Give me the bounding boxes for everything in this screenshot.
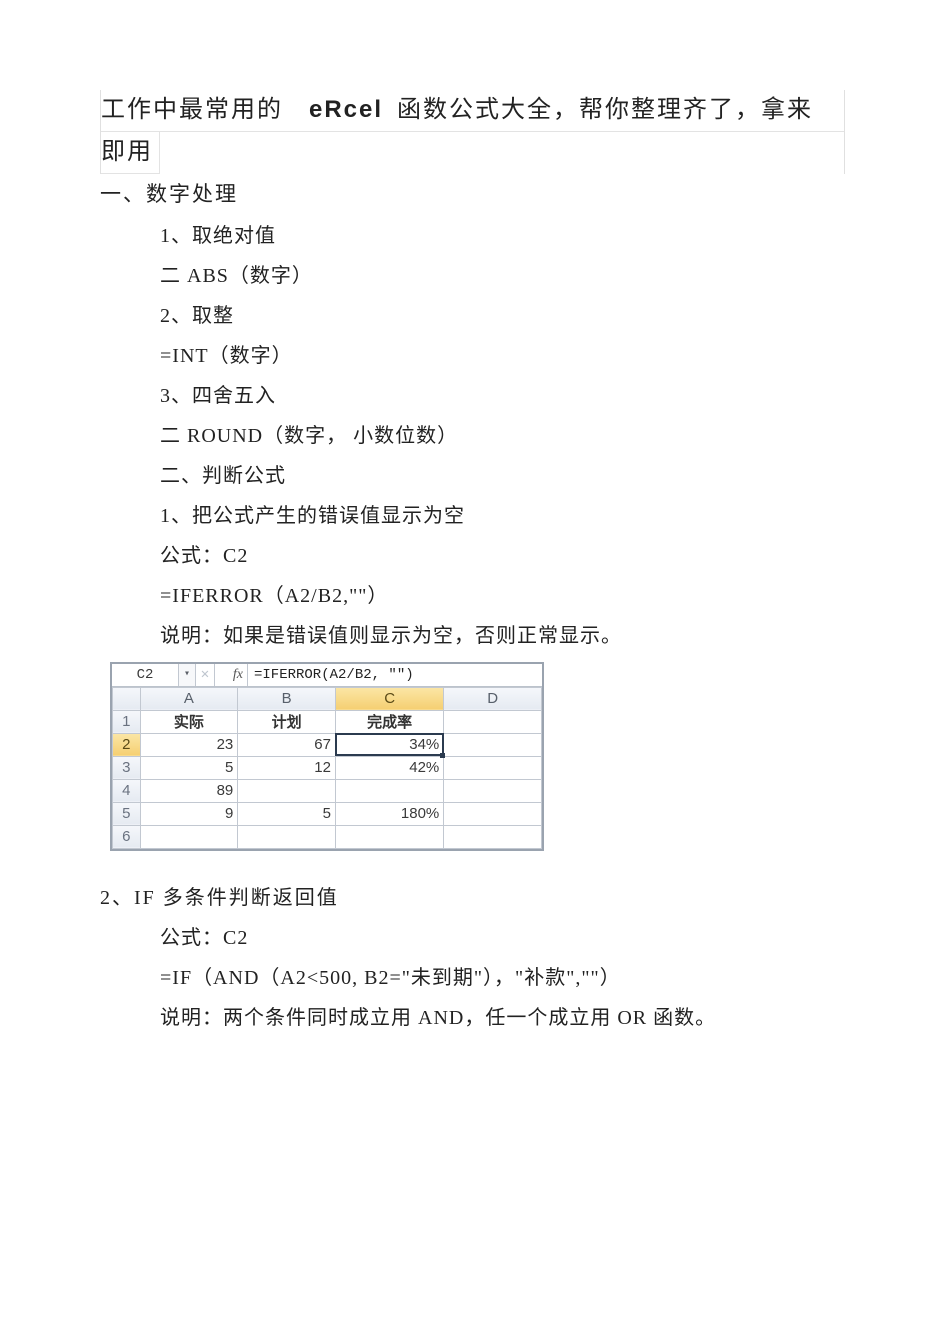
section2-heading: 2、IF 多条件判断返回值 [100, 881, 845, 910]
col-header-C[interactable]: C [335, 687, 443, 710]
cell[interactable] [335, 779, 443, 802]
cell[interactable]: 23 [140, 733, 238, 756]
body-line: =INT（数字） [160, 336, 845, 376]
cell[interactable] [335, 825, 443, 848]
fx-label-icon[interactable]: fx [215, 664, 248, 686]
cell[interactable]: 计划 [238, 710, 336, 733]
body-line: 2、取整 [160, 296, 845, 336]
cell[interactable]: 9 [140, 802, 238, 825]
cell[interactable] [238, 779, 336, 802]
section1-heading: 一、数字处理 [100, 178, 845, 208]
table-row: 2 23 67 34% [113, 733, 542, 756]
excel-screenshot: C2 ▾ ✕ fx =IFERROR(A2/B2, "") A B C D [110, 662, 544, 851]
col-header-D[interactable]: D [444, 687, 542, 710]
cell[interactable]: 12 [238, 756, 336, 779]
title-segment-2: 函数公式大全，帮你整理齐了，拿来 [397, 90, 813, 131]
table-row: 1 实际 计划 完成率 [113, 710, 542, 733]
cell[interactable]: 5 [140, 756, 238, 779]
row-header-3[interactable]: 3 [113, 756, 141, 779]
cell[interactable]: 89 [140, 779, 238, 802]
body-line: 说明：如果是错误值则显示为空，否则正常显示。 [160, 616, 845, 656]
table-row: 3 5 12 42% [113, 756, 542, 779]
cell[interactable] [444, 710, 542, 733]
formula-cancel-icon[interactable]: ✕ [196, 664, 215, 686]
row-header-1[interactable]: 1 [113, 710, 141, 733]
section2: 2、IF 多条件判断返回值 公式：C2 =IF（AND（A2<500, B2="… [100, 881, 845, 1038]
title-line-2: 即用 [101, 132, 160, 174]
body-line: =IFERROR（A2/B2,""） [160, 576, 845, 616]
table-row: 6 [113, 825, 542, 848]
body-line: 公式：C2 [160, 918, 845, 958]
name-box[interactable]: C2 [112, 664, 179, 686]
row-header-5[interactable]: 5 [113, 802, 141, 825]
row-header-6[interactable]: 6 [113, 825, 141, 848]
table-row: 4 89 [113, 779, 542, 802]
cell[interactable]: 完成率 [335, 710, 443, 733]
title-segment-eRcel: eRcel [309, 90, 383, 131]
body-line: 二、判断公式 [160, 456, 845, 496]
select-all-corner[interactable] [113, 687, 141, 710]
title-line-1: 工作中最常用的 eRcel 函数公式大全，帮你整理齐了，拿来 [101, 90, 844, 132]
document-page: 工作中最常用的 eRcel 函数公式大全，帮你整理齐了，拿来 即用 一、数字处理… [0, 0, 945, 1088]
cell[interactable] [444, 733, 542, 756]
cell[interactable] [238, 825, 336, 848]
spreadsheet-grid[interactable]: A B C D 1 实际 计划 完成率 2 23 67 34% 3 5 [112, 687, 542, 849]
cell[interactable] [444, 779, 542, 802]
section2-body: 公式：C2 =IF（AND（A2<500, B2="未到期"），"补款",""）… [160, 918, 845, 1038]
table-row: 5 9 5 180% [113, 802, 542, 825]
formula-input[interactable]: =IFERROR(A2/B2, "") [248, 664, 542, 686]
document-title: 工作中最常用的 eRcel 函数公式大全，帮你整理齐了，拿来 即用 [100, 90, 845, 174]
row-header-2[interactable]: 2 [113, 733, 141, 756]
column-header-row: A B C D [113, 687, 542, 710]
cell[interactable]: 67 [238, 733, 336, 756]
cell[interactable]: 5 [238, 802, 336, 825]
body-line: 1、取绝对值 [160, 216, 845, 256]
cell[interactable] [444, 756, 542, 779]
cell[interactable] [140, 825, 238, 848]
col-header-A[interactable]: A [140, 687, 238, 710]
body-line: 公式：C2 [160, 536, 845, 576]
col-header-B[interactable]: B [238, 687, 336, 710]
body-line: 1、把公式产生的错误值显示为空 [160, 496, 845, 536]
body-line: 3、四舍五入 [160, 376, 845, 416]
row-header-4[interactable]: 4 [113, 779, 141, 802]
cell[interactable]: 实际 [140, 710, 238, 733]
cell[interactable] [444, 825, 542, 848]
name-box-dropdown-icon[interactable]: ▾ [179, 664, 196, 686]
body-line: 说明：两个条件同时成立用 AND，任一个成立用 OR 函数。 [160, 998, 845, 1038]
body-line: 二 ROUND（数字， 小数位数） [160, 416, 845, 456]
formula-bar: C2 ▾ ✕ fx =IFERROR(A2/B2, "") [112, 664, 542, 687]
section1-body: 1、取绝对值 二 ABS（数字） 2、取整 =INT（数字） 3、四舍五入 二 … [160, 216, 845, 656]
title-segment-1: 工作中最常用的 [101, 90, 283, 131]
cell[interactable]: 42% [335, 756, 443, 779]
body-line: =IF（AND（A2<500, B2="未到期"），"补款",""） [160, 958, 845, 998]
cell[interactable]: 180% [335, 802, 443, 825]
body-line: 二 ABS（数字） [160, 256, 845, 296]
cell[interactable] [444, 802, 542, 825]
selected-cell[interactable]: 34% [335, 733, 443, 756]
